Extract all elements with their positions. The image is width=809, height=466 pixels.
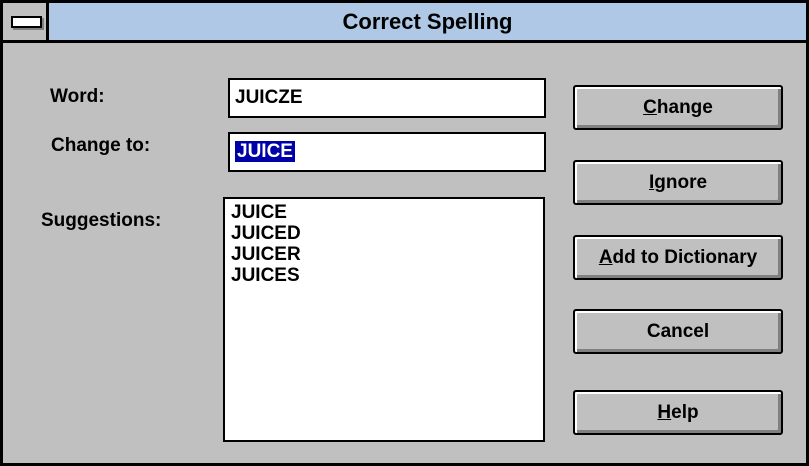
change-label-rest: hange	[656, 97, 713, 118]
title-bar[interactable]: Correct Spelling	[3, 3, 806, 43]
list-item[interactable]: JUICE	[231, 202, 537, 223]
change-to-label: Change to:	[51, 135, 151, 156]
cancel-label: Cancel	[646, 321, 710, 342]
system-menu-icon	[11, 16, 42, 28]
help-mnemonic: H	[657, 402, 672, 423]
word-field[interactable]: JUICZE	[228, 78, 546, 118]
help-label-rest: elp	[671, 402, 699, 423]
cancel-button[interactable]: Cancel	[573, 309, 783, 354]
window-title: Correct Spelling	[342, 9, 513, 34]
change-to-value: JUICE	[235, 141, 295, 162]
word-label: Word:	[50, 86, 105, 107]
ignore-button[interactable]: Ignore	[573, 160, 783, 205]
add-label-rest: dd to Dictionary	[612, 247, 758, 268]
suggestions-label: Suggestions:	[41, 210, 162, 231]
add-mnemonic: A	[598, 247, 613, 268]
change-to-field[interactable]: JUICE	[228, 132, 546, 172]
change-button[interactable]: Change	[573, 85, 783, 130]
word-value: JUICZE	[235, 87, 303, 108]
add-to-dictionary-button[interactable]: Add to Dictionary	[573, 235, 783, 280]
ignore-label-rest: gnore	[654, 172, 708, 193]
list-item[interactable]: JUICER	[231, 244, 537, 265]
list-item[interactable]: JUICED	[231, 223, 537, 244]
change-mnemonic: C	[643, 97, 657, 118]
correct-spelling-dialog: Correct Spelling Word: JUICZE Change to:…	[0, 0, 809, 466]
suggestions-list[interactable]: JUICE JUICED JUICER JUICES	[223, 197, 545, 442]
list-item[interactable]: JUICES	[231, 265, 537, 286]
help-button[interactable]: Help	[573, 390, 783, 435]
system-menu-button[interactable]	[3, 3, 49, 40]
